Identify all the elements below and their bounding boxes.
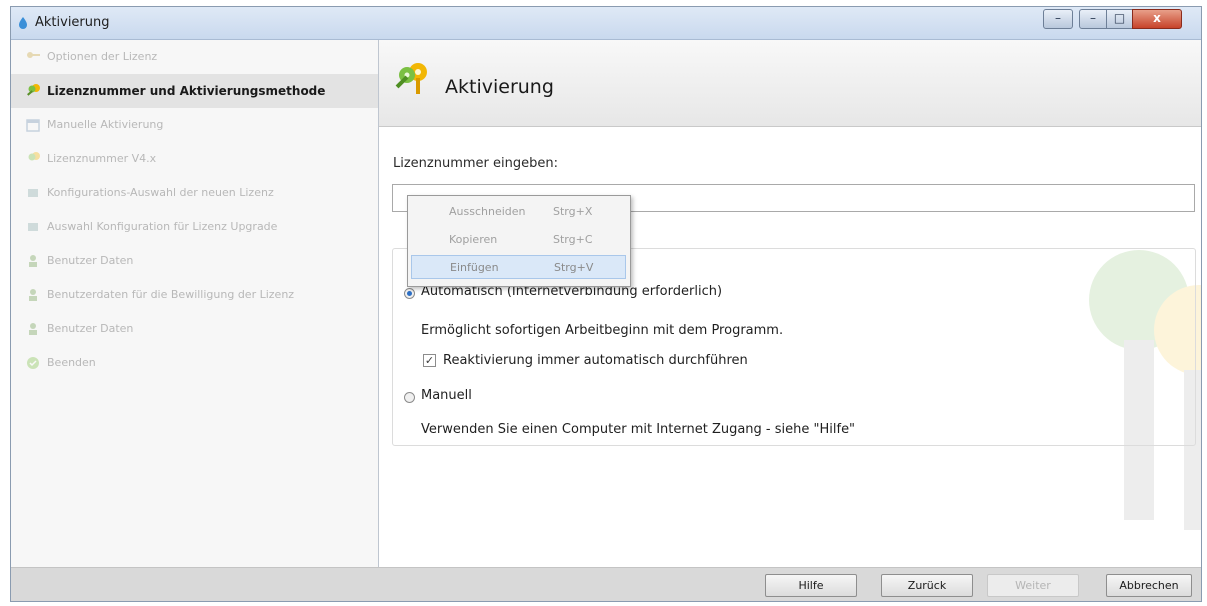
keys-icon [28,152,40,161]
button-bar: Hilfe Zurück Weiter Abbrechen [11,567,1201,601]
sidebar-item-upgrade-configuration[interactable]: Auswahl Konfiguration für Lizenz Upgrade [11,210,378,244]
sidebar-item-license-number-method[interactable]: Lizenznummer und Aktivierungsmethode [11,74,378,108]
option-manual-description: Verwenden Sie einen Computer mit Interne… [421,422,856,437]
menu-item-shortcut: Strg+V [554,261,594,274]
sidebar-item-label: Lizenznummer V4.x [47,152,157,165]
menu-item-copy[interactable]: Kopieren Strg+C [411,228,626,252]
reactivate-label[interactable]: Reaktivierung immer automatisch durchfüh… [443,353,748,368]
radio-manual[interactable] [404,392,415,403]
sidebar-item-label: Lizenznummer und Aktivierungsmethode [47,84,326,98]
sidebar-item-user-data[interactable]: Benutzer Daten [11,244,378,278]
calendar-icon [26,119,40,132]
sidebar-item-license-options[interactable]: Optionen der Lizenz [11,40,378,74]
option-automatic-description: Ermöglicht sofortigen Arbeitbeginn mit d… [421,323,784,338]
title-bar[interactable]: Aktivierung – – □ x [11,7,1201,40]
main-panel: Aktivierung Lizenznummer eingeben: Autom… [379,40,1201,568]
next-button[interactable]: Weiter [987,574,1079,597]
keys-icon [27,84,40,96]
menu-item-label: Einfügen [450,261,499,274]
minimize-button[interactable]: – [1079,9,1107,29]
sidebar-item-license-v4[interactable]: Lizenznummer V4.x [11,142,378,176]
back-button[interactable]: Zurück [881,574,973,597]
sidebar-item-manual-activation[interactable]: Manuelle Aktivierung [11,108,378,142]
configuration-icon [28,189,38,197]
menu-item-label: Kopieren [449,233,498,246]
configuration-icon [28,223,38,231]
sidebar-item-user-data-2[interactable]: Benutzer Daten [11,312,378,346]
sidebar-item-label: Benutzer Daten [47,254,134,267]
sidebar-item-configuration-selection[interactable]: Konfigurations-Auswahl der neuen Lizenz [11,176,378,210]
user-icon [29,255,37,267]
wizard-steps-sidebar: Optionen der Lizenz Lizenznummer und Akt… [11,40,379,568]
page-header: Aktivierung [379,40,1201,127]
maximize-button[interactable]: □ [1106,9,1133,29]
app-drop-icon [19,17,27,29]
sidebar-item-label: Benutzer Daten [47,322,134,335]
menu-item-shortcut: Strg+C [553,233,593,246]
sidebar-item-label: Konfigurations-Auswahl der neuen Lizenz [47,186,274,199]
activation-window: Aktivierung – – □ x Optionen der Lizenz … [10,6,1202,602]
reactivate-checkbox[interactable]: ✓ [423,354,436,367]
help-button[interactable]: Hilfe [765,574,857,597]
option-manual-label[interactable]: Manuell [421,388,472,403]
license-number-label: Lizenznummer eingeben: [393,156,558,171]
sidebar-item-label: Manuelle Aktivierung [47,118,164,131]
sidebar-item-label: Auswahl Konfiguration für Lizenz Upgrade [47,220,278,233]
cancel-button[interactable]: Abbrechen [1106,574,1192,597]
user-icon [29,323,37,335]
sidebar-item-label: Benutzerdaten für die Bewilligung der Li… [47,288,295,301]
user-icon [29,289,37,301]
sidebar-item-finish[interactable]: Beenden [11,346,378,380]
window-title: Aktivierung [35,15,110,30]
sidebar-item-label: Beenden [47,356,96,369]
menu-item-cut[interactable]: Ausschneiden Strg+X [411,200,626,224]
keys-icon [395,63,427,94]
finish-check-icon [27,357,39,369]
sidebar-item-user-data-approval[interactable]: Benutzerdaten für die Bewilligung der Li… [11,278,378,312]
menu-item-paste[interactable]: Einfügen Strg+V [411,255,626,279]
menu-item-shortcut: Strg+X [553,205,593,218]
radio-automatic[interactable] [404,288,415,299]
close-icon: x [1153,11,1161,25]
sidebar-item-label: Optionen der Lizenz [47,50,158,63]
window-extra-button[interactable]: – [1043,9,1073,29]
key-icon [27,52,40,58]
context-menu: Ausschneiden Strg+X Kopieren Strg+C Einf… [407,195,631,287]
menu-item-label: Ausschneiden [449,205,526,218]
close-button[interactable]: x [1132,9,1182,29]
page-title: Aktivierung [445,76,554,98]
